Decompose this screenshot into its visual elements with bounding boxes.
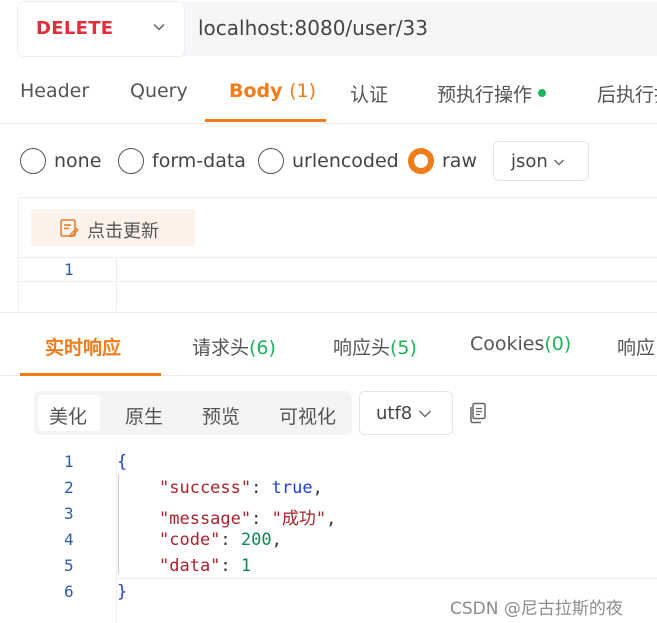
response-tabs: 实时响应 请求头(6) 响应头(5) Cookies(0) 响应: <box>0 312 657 376</box>
tab-query[interactable]: Query <box>130 80 188 102</box>
tab-response-headers-label: 响应头 <box>333 337 391 359</box>
code-line: 4 "code": 200, <box>0 528 657 554</box>
tab-auth[interactable]: 认证 <box>350 80 388 107</box>
radio-none[interactable] <box>20 148 46 174</box>
code-open-brace: { <box>117 452 128 472</box>
tab-live-response[interactable]: 实时响应 <box>45 333 121 360</box>
request-tabs: Header Query Body (1) 认证 预执行操作 后执行操 <box>0 66 657 124</box>
tab-query-label: Query <box>130 80 188 102</box>
chevron-down-icon <box>554 159 564 166</box>
active-tab-indicator <box>20 373 161 376</box>
view-mode-preview[interactable]: 预览 <box>202 402 240 429</box>
document-edit-icon <box>60 219 79 238</box>
body-format-label: json <box>511 151 548 172</box>
tab-response-headers[interactable]: 响应头(5) <box>333 333 417 360</box>
tab-request-headers-label: 请求头 <box>192 337 250 359</box>
editor-line <box>19 257 657 282</box>
json-value: 1 <box>240 556 252 576</box>
tab-cookies-label: Cookies <box>470 333 545 355</box>
json-value: 200 <box>240 530 272 550</box>
json-key: "success" <box>159 478 252 498</box>
code-field-success: "success": true, <box>159 478 323 498</box>
body-format-select[interactable]: json <box>493 141 589 181</box>
tab-post-script[interactable]: 后执行操 <box>597 80 657 107</box>
tab-post-script-label: 后执行操 <box>597 84 657 106</box>
copy-icon[interactable] <box>468 402 488 424</box>
tab-auth-label: 认证 <box>350 84 389 106</box>
view-mode-pretty[interactable]: 美化 <box>49 402 87 429</box>
view-mode-group: 美化 原生 预览 可视化 <box>34 391 352 435</box>
request-bar: DELETE localhost:8080/user/33 <box>18 2 657 56</box>
json-comma: , <box>312 478 323 498</box>
json-value: true <box>271 478 313 498</box>
tab-body-count: (1) <box>289 80 317 102</box>
tab-header[interactable]: Header <box>20 80 89 102</box>
code-field-code: "code": 200, <box>159 530 282 550</box>
tab-response-headers-count: (5) <box>390 337 417 359</box>
update-button-label: 点击更新 <box>87 221 159 242</box>
code-line: 3 "message": "成功", <box>0 502 657 529</box>
line-number: 5 <box>64 556 74 575</box>
view-mode-visualize[interactable]: 可视化 <box>279 402 336 429</box>
encoding-select[interactable]: utf8 <box>359 391 453 435</box>
json-comma: , <box>271 530 282 550</box>
line-number: 3 <box>64 504 74 523</box>
code-line: 2 "success": true, <box>0 476 657 502</box>
tab-response-more[interactable]: 响应: <box>617 333 657 360</box>
method-select[interactable]: DELETE <box>18 2 184 56</box>
tab-body[interactable]: Body (1) <box>229 80 316 102</box>
editor-gutter <box>116 257 117 311</box>
radio-raw-label[interactable]: raw <box>442 150 477 172</box>
code-close-brace: } <box>117 582 128 602</box>
line-number: 6 <box>64 582 74 601</box>
url-input[interactable]: localhost:8080/user/33 <box>198 16 428 40</box>
method-label: DELETE <box>36 18 114 39</box>
tab-header-label: Header <box>20 80 90 102</box>
line-number: 4 <box>64 530 74 549</box>
radio-form-data[interactable] <box>118 148 144 174</box>
update-button[interactable]: 点击更新 <box>31 209 195 246</box>
json-value: "成功" <box>271 509 327 529</box>
line-number: 1 <box>64 452 74 471</box>
tab-cookies[interactable]: Cookies(0) <box>470 333 571 355</box>
active-tab-indicator <box>205 119 326 122</box>
status-dot-icon <box>538 88 547 97</box>
code-field-message: "message": "成功", <box>159 509 337 529</box>
code-field-data: "data": 1 <box>159 556 252 576</box>
chevron-down-icon <box>153 23 165 31</box>
request-body-editor[interactable]: 点击更新 1 <box>18 197 657 311</box>
code-line: 1 { <box>0 450 657 476</box>
json-key: "code" <box>159 530 221 550</box>
code-line: 5 "data": 1 <box>0 554 657 580</box>
tab-cookies-count: (0) <box>544 333 572 355</box>
json-key: "message" <box>159 509 252 529</box>
watermark: CSDN @尼古拉斯的夜 <box>450 599 623 619</box>
tab-pre-script-label: 预执行操作 <box>437 84 533 106</box>
tab-body-label: Body <box>229 80 283 102</box>
radio-none-label[interactable]: none <box>54 150 101 172</box>
radio-urlencoded-label[interactable]: urlencoded <box>292 150 399 172</box>
radio-raw[interactable] <box>408 148 434 174</box>
json-key: "data" <box>159 556 221 576</box>
chevron-down-icon <box>419 410 431 418</box>
line-number: 2 <box>64 478 74 497</box>
line-number: 1 <box>64 260 74 279</box>
json-comma: , <box>326 509 337 529</box>
view-mode-raw[interactable]: 原生 <box>125 402 163 429</box>
radio-urlencoded[interactable] <box>258 148 284 174</box>
tab-pre-script[interactable]: 预执行操作 <box>437 80 547 107</box>
encoding-label: utf8 <box>376 403 413 424</box>
tab-request-headers-count: (6) <box>249 337 276 359</box>
radio-form-data-label[interactable]: form-data <box>152 150 246 172</box>
tab-request-headers[interactable]: 请求头(6) <box>192 333 276 360</box>
